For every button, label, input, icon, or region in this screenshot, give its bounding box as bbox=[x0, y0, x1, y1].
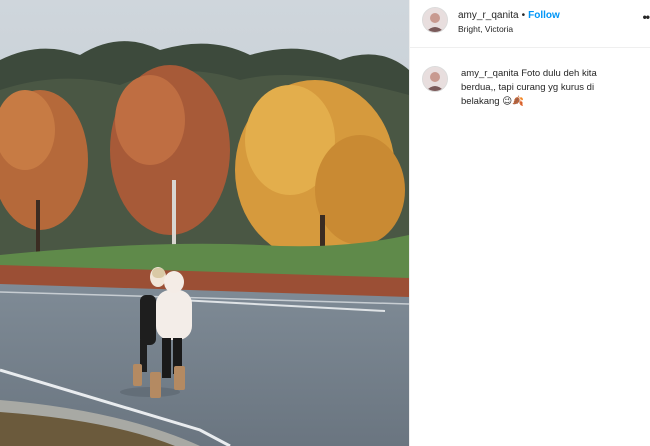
avatar[interactable] bbox=[422, 7, 448, 33]
profile-picture-icon bbox=[423, 8, 447, 32]
more-options-icon[interactable]: •• bbox=[643, 10, 650, 24]
instagram-post: amy_r_qanita • Follow Bright, Victoria •• … bbox=[0, 0, 650, 446]
post-header: amy_r_qanita • Follow Bright, Victoria •• bbox=[410, 0, 650, 48]
post-side-panel: amy_r_qanita • Follow Bright, Victoria •• … bbox=[409, 0, 650, 446]
caption-username-link[interactable]: amy_r_qanita bbox=[461, 68, 519, 79]
separator-dot: • bbox=[521, 10, 526, 21]
username-link[interactable]: amy_r_qanita bbox=[458, 10, 519, 21]
autumn-road-photo bbox=[0, 0, 409, 446]
post-photo[interactable] bbox=[0, 0, 409, 446]
follow-button[interactable]: Follow bbox=[528, 10, 560, 21]
caption-avatar[interactable] bbox=[422, 66, 448, 92]
caption-text-block: amy_r_qanita Foto dulu deh kita berdua,,… bbox=[461, 67, 631, 109]
profile-picture-icon bbox=[423, 67, 447, 91]
post-header-text: amy_r_qanita • Follow Bright, Victoria bbox=[458, 9, 628, 35]
location-link[interactable]: Bright, Victoria bbox=[458, 23, 628, 35]
